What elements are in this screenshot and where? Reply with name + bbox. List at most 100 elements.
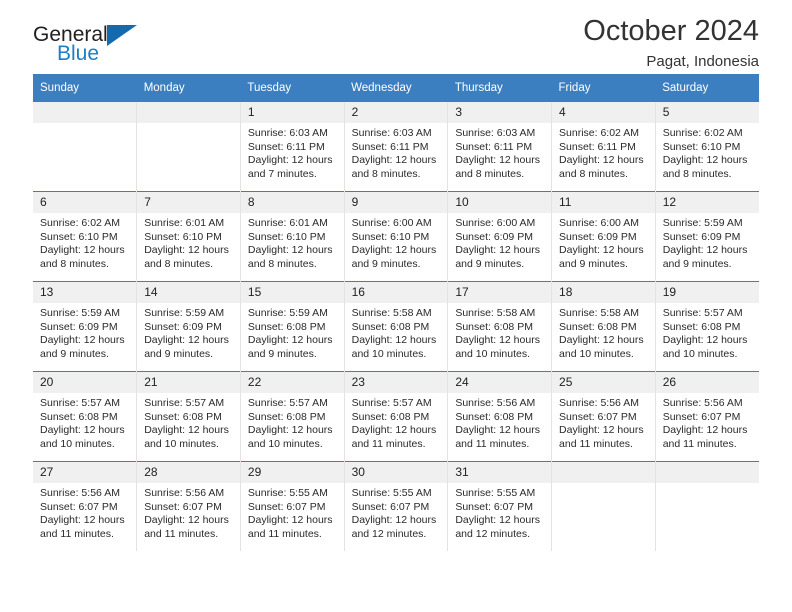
calendar-day-cell[interactable]: 21 Sunrise: 5:57 AM Sunset: 6:08 PM Dayligh…: [136, 371, 241, 462]
day-number: 4: [552, 102, 655, 123]
day-details: Sunrise: 6:00 AM Sunset: 6:10 PM Daylight:…: [345, 213, 448, 271]
daylight-text: Daylight: 12 hours and 8 minutes.: [144, 244, 229, 270]
day-details: Sunrise: 5:57 AM Sunset: 6:08 PM Daylight:…: [33, 393, 136, 451]
calendar-day-cell[interactable]: 28 Sunrise: 5:56 AM Sunset: 6:07 PM Dayligh…: [136, 461, 241, 551]
weekday-header-row: Sunday Monday Tuesday Wednesday Thursday Frid…: [33, 74, 759, 102]
day-number: 10: [448, 192, 552, 213]
day-number: 7: [137, 192, 240, 213]
calendar-day-cell[interactable]: 20 Sunrise: 5:57 AM Sunset: 6:08 PM Dayligh…: [33, 371, 138, 462]
day-details: Sunrise: 5:58 AM Sunset: 6:08 PM Daylight:…: [448, 303, 551, 361]
day-details: Sunrise: 5:55 AM Sunset: 6:07 PM Daylight:…: [345, 483, 448, 541]
daylight-text: Daylight: 12 hours and 10 minutes.: [559, 334, 644, 360]
calendar-day-cell[interactable]: 18 Sunrise: 5:58 AM Sunset: 6:08 PM Dayligh…: [551, 281, 656, 372]
day-details: Sunrise: 5:57 AM Sunset: 6:08 PM Daylight:…: [137, 393, 240, 451]
day-number: 23: [344, 372, 448, 393]
calendar-day-cell[interactable]: 3 Sunrise: 6:03 AM Sunset: 6:11 PM Daylight…: [447, 102, 553, 192]
calendar-day-cell[interactable]: 12 Sunrise: 5:59 AM Sunset: 6:09 PM Dayligh…: [654, 191, 759, 282]
general-blue-logo[interactable]: General Blue: [33, 24, 153, 74]
sunset-text: Sunset: 6:09 PM: [559, 230, 637, 243]
day-details: Sunrise: 5:59 AM Sunset: 6:08 PM Daylight:…: [241, 303, 344, 361]
day-details: Sunrise: 5:56 AM Sunset: 6:08 PM Daylight:…: [448, 393, 551, 451]
sunrise-text: Sunrise: 6:03 AM: [247, 127, 328, 139]
calendar-day-cell[interactable]: 6 Sunrise: 6:02 AM Sunset: 6:10 PM Daylight…: [33, 191, 138, 282]
calendar-day-cell[interactable]: 7 Sunrise: 6:01 AM Sunset: 6:10 PM Daylight…: [136, 191, 241, 282]
calendar-day-cell[interactable]: 10 Sunrise: 6:00 AM Sunset: 6:09 PM Dayligh…: [447, 191, 553, 282]
sunrise-text: Sunrise: 5:58 AM: [455, 307, 536, 319]
weekday-header-sunday: Sunday: [33, 74, 137, 102]
day-number: 17: [448, 282, 552, 303]
sunrise-text: Sunrise: 5:59 AM: [144, 307, 225, 319]
calendar-day-cell[interactable]: 1 Sunrise: 6:03 AM Sunset: 6:11 PM Daylight…: [239, 102, 345, 192]
sunset-text: Sunset: 6:08 PM: [351, 320, 430, 333]
calendar-day-cell[interactable]: 30 Sunrise: 5:55 AM Sunset: 6:07 PM Dayligh…: [343, 461, 449, 551]
weekday-header-monday: Monday: [136, 74, 241, 102]
sunrise-text: Sunrise: 6:03 AM: [455, 127, 536, 139]
sunrise-text: Sunrise: 5:57 AM: [351, 397, 432, 409]
calendar-day-cell[interactable]: 25 Sunrise: 5:56 AM Sunset: 6:07 PM Dayligh…: [551, 371, 656, 462]
sunset-text: Sunset: 6:08 PM: [455, 410, 533, 423]
calendar-day-cell[interactable]: 27 Sunrise: 5:56 AM Sunset: 6:07 PM Dayligh…: [33, 461, 138, 551]
sunrise-text: Sunrise: 5:59 AM: [662, 217, 743, 229]
sunrise-text: Sunrise: 6:02 AM: [559, 127, 639, 139]
sunrise-text: Sunrise: 5:56 AM: [144, 487, 225, 499]
sunrise-text: Sunrise: 5:55 AM: [351, 487, 432, 499]
sunrise-text: Sunrise: 5:55 AM: [247, 487, 328, 499]
day-number: 30: [344, 462, 448, 483]
day-number: [552, 462, 655, 483]
calendar-day-cell[interactable]: 14 Sunrise: 5:59 AM Sunset: 6:09 PM Dayligh…: [136, 281, 241, 372]
calendar-day-cell[interactable]: 22 Sunrise: 5:57 AM Sunset: 6:08 PM Dayligh…: [239, 371, 345, 462]
sunrise-text: Sunrise: 6:00 AM: [351, 217, 432, 229]
daylight-text: Daylight: 12 hours and 12 minutes.: [455, 514, 540, 540]
calendar-day-cell[interactable]: 26 Sunrise: 5:56 AM Sunset: 6:07 PM Dayligh…: [654, 371, 759, 462]
calendar-day-cell[interactable]: 8 Sunrise: 6:01 AM Sunset: 6:10 PM Daylight…: [239, 191, 345, 282]
calendar-day-cell[interactable]: 24 Sunrise: 5:56 AM Sunset: 6:08 PM Dayligh…: [447, 371, 553, 462]
daylight-text: Daylight: 12 hours and 8 minutes.: [247, 244, 333, 270]
day-number: 9: [344, 192, 448, 213]
calendar-week-row: 27 Sunrise: 5:56 AM Sunset: 6:07 PM Dayligh…: [33, 461, 759, 551]
day-number: 16: [344, 282, 448, 303]
calendar-day-cell[interactable]: 5 Sunrise: 6:02 AM Sunset: 6:10 PM Daylight…: [654, 102, 759, 192]
sunset-text: Sunset: 6:07 PM: [559, 410, 637, 423]
day-number: 26: [655, 372, 759, 393]
calendar-day-cell[interactable]: 11 Sunrise: 6:00 AM Sunset: 6:09 PM Dayligh…: [551, 191, 656, 282]
day-number: 27: [33, 462, 137, 483]
day-details: Sunrise: 6:01 AM Sunset: 6:10 PM Daylight:…: [137, 213, 240, 271]
sunset-text: Sunset: 6:11 PM: [455, 140, 533, 153]
day-details: Sunrise: 6:02 AM Sunset: 6:10 PM Daylight:…: [656, 123, 759, 181]
calendar-day-cell[interactable]: 17 Sunrise: 5:58 AM Sunset: 6:08 PM Dayligh…: [447, 281, 553, 372]
sunrise-text: Sunrise: 5:57 AM: [40, 397, 120, 409]
calendar-week-row: 6 Sunrise: 6:02 AM Sunset: 6:10 PM Daylight…: [33, 191, 759, 282]
sunrise-text: Sunrise: 5:57 AM: [144, 397, 225, 409]
weekday-header-wednesday: Wednesday: [344, 74, 448, 102]
daylight-text: Daylight: 12 hours and 10 minutes.: [144, 424, 229, 450]
day-number: 19: [655, 282, 759, 303]
calendar-day-cell[interactable]: 9 Sunrise: 6:00 AM Sunset: 6:10 PM Daylight…: [343, 191, 449, 282]
day-details: Sunrise: 5:56 AM Sunset: 6:07 PM Daylight:…: [137, 483, 240, 541]
calendar-day-cell[interactable]: 2 Sunrise: 6:03 AM Sunset: 6:11 PM Daylight…: [343, 102, 449, 192]
day-details: Sunrise: 5:57 AM Sunset: 6:08 PM Daylight:…: [345, 393, 448, 451]
calendar-day-cell[interactable]: 19 Sunrise: 5:57 AM Sunset: 6:08 PM Dayligh…: [654, 281, 759, 372]
daylight-text: Daylight: 12 hours and 11 minutes.: [351, 424, 437, 450]
calendar-day-cell[interactable]: 31 Sunrise: 5:55 AM Sunset: 6:07 PM Dayligh…: [447, 461, 553, 551]
page-subtitle: Pagat, Indonesia: [646, 53, 759, 70]
sunrise-text: Sunrise: 5:56 AM: [662, 397, 743, 409]
sunset-text: Sunset: 6:08 PM: [247, 410, 326, 423]
calendar-week-row: 20 Sunrise: 5:57 AM Sunset: 6:08 PM Dayligh…: [33, 371, 759, 462]
sunset-text: Sunset: 6:07 PM: [662, 410, 741, 423]
daylight-text: Daylight: 12 hours and 9 minutes.: [40, 334, 125, 360]
calendar-day-cell[interactable]: 23 Sunrise: 5:57 AM Sunset: 6:08 PM Dayligh…: [343, 371, 449, 462]
day-number: 25: [552, 372, 655, 393]
day-details: Sunrise: 5:59 AM Sunset: 6:09 PM Daylight:…: [137, 303, 240, 361]
sunrise-text: Sunrise: 5:58 AM: [559, 307, 639, 319]
calendar-day-cell[interactable]: 16 Sunrise: 5:58 AM Sunset: 6:08 PM Dayligh…: [343, 281, 449, 372]
calendar-day-cell[interactable]: 13 Sunrise: 5:59 AM Sunset: 6:09 PM Dayligh…: [33, 281, 138, 372]
day-number: 12: [655, 192, 759, 213]
day-number: 15: [240, 282, 344, 303]
day-details: Sunrise: 5:56 AM Sunset: 6:07 PM Daylight:…: [33, 483, 136, 541]
calendar-day-cell[interactable]: 15 Sunrise: 5:59 AM Sunset: 6:08 PM Dayligh…: [239, 281, 345, 372]
sunset-text: Sunset: 6:11 PM: [351, 140, 429, 153]
calendar-day-cell[interactable]: 29 Sunrise: 5:55 AM Sunset: 6:07 PM Dayligh…: [239, 461, 345, 551]
calendar-day-cell[interactable]: 4 Sunrise: 6:02 AM Sunset: 6:11 PM Daylight…: [551, 102, 656, 192]
daylight-text: Daylight: 12 hours and 9 minutes.: [247, 334, 333, 360]
sunset-text: Sunset: 6:08 PM: [40, 410, 118, 423]
